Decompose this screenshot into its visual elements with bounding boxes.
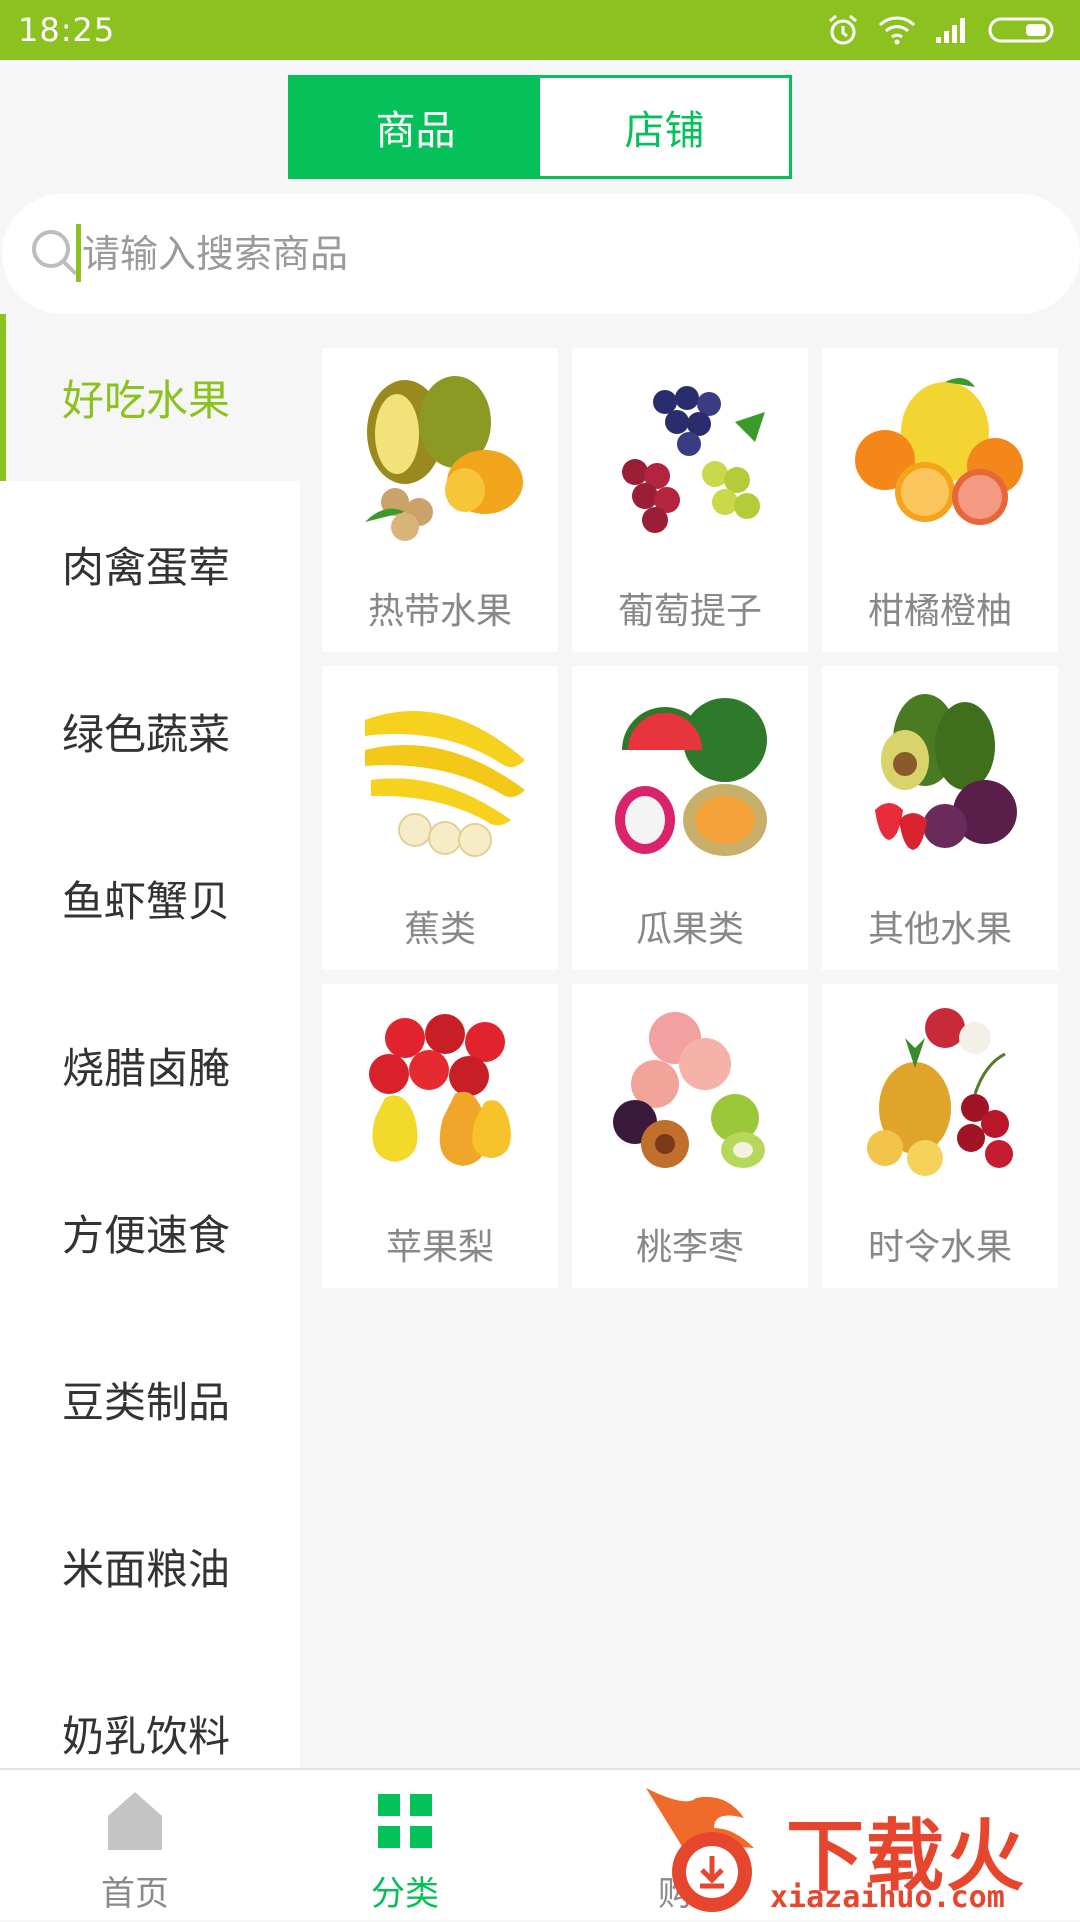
banana-image bbox=[365, 711, 525, 857]
subcategory-label: 热带水果 bbox=[367, 591, 512, 632]
apple-pear-image bbox=[369, 1014, 511, 1166]
sidebar-item-bean-products[interactable]: 豆类制品 bbox=[0, 1316, 300, 1483]
subcategory-tile[interactable]: 时令水果 bbox=[822, 984, 1058, 1288]
other-fruit-image bbox=[875, 694, 1017, 850]
sidebar-item-grain-oil[interactable]: 米面粮油 bbox=[0, 1483, 300, 1650]
subcategory-tile[interactable]: 葡萄提子 bbox=[572, 348, 808, 652]
tab-home-label: 首页 bbox=[101, 1874, 169, 1914]
sidebar-item-vegetables[interactable]: 绿色蔬菜 bbox=[0, 648, 300, 815]
battery-icon bbox=[988, 17, 1054, 43]
sidebar-item-instant-food[interactable]: 方便速食 bbox=[0, 1149, 300, 1316]
search-bar bbox=[2, 194, 1080, 314]
subcategory-label: 桃李枣 bbox=[635, 1227, 744, 1268]
category-sidebar: 好吃水果 肉禽蛋荤 绿色蔬菜 鱼虾蟹贝 烧腊卤腌 方便速食 豆类制品 米面粮油 … bbox=[0, 314, 300, 1768]
tab-category[interactable]: 分类 bbox=[270, 1770, 540, 1922]
sidebar-item-meat-eggs[interactable]: 肉禽蛋荤 bbox=[0, 481, 300, 648]
subcategory-tile[interactable]: 蕉类 bbox=[322, 666, 558, 970]
subcategory-label: 苹果梨 bbox=[385, 1227, 494, 1268]
subcategory-label: 柑橘橙柚 bbox=[867, 591, 1012, 632]
grapes-image bbox=[622, 386, 765, 533]
category-icon bbox=[378, 1794, 432, 1848]
sidebar-item-seafood[interactable]: 鱼虾蟹贝 bbox=[0, 815, 300, 982]
signal-icon bbox=[936, 18, 965, 43]
subcategory-grid: 热带水果 葡萄提子 柑橘橙柚 蕉类 瓜果类 其他水果 苹果梨 桃李枣 时令水果 bbox=[322, 348, 1058, 1288]
text-cursor bbox=[76, 224, 81, 282]
subcategory-tile[interactable]: 热带水果 bbox=[322, 348, 558, 652]
subcategory-label: 瓜果类 bbox=[635, 909, 744, 950]
subcategory-label: 时令水果 bbox=[867, 1227, 1012, 1268]
watermark-logo: 下载火 xiazaihuo.com bbox=[636, 1782, 1080, 1920]
watermark-url: xiazaihuo.com bbox=[770, 1880, 1005, 1915]
search-input[interactable] bbox=[82, 224, 982, 284]
seasonal-fruit-image bbox=[867, 1008, 1013, 1176]
tropical-fruit-image bbox=[365, 376, 523, 541]
tab-category-label: 分类 bbox=[371, 1874, 439, 1914]
tab-shops[interactable]: 店铺 bbox=[540, 78, 789, 176]
sidebar-item-cured-meat[interactable]: 烧腊卤腌 bbox=[0, 982, 300, 1149]
alarm-icon bbox=[829, 14, 857, 45]
subcategory-label: 蕉类 bbox=[403, 909, 476, 950]
search-type-toggle: 商品 店铺 bbox=[288, 75, 792, 179]
tab-goods[interactable]: 商品 bbox=[291, 78, 540, 176]
flame-icon bbox=[646, 1788, 754, 1912]
melon-image bbox=[615, 698, 767, 856]
status-icons bbox=[826, 13, 1058, 47]
subcategory-label: 其他水果 bbox=[867, 909, 1012, 950]
subcategory-tile[interactable]: 苹果梨 bbox=[322, 984, 558, 1288]
subcategory-tile[interactable]: 柑橘橙柚 bbox=[822, 348, 1058, 652]
home-icon bbox=[108, 1792, 162, 1850]
subcategory-tile[interactable]: 桃李枣 bbox=[572, 984, 808, 1288]
subcategory-label: 葡萄提子 bbox=[617, 591, 762, 632]
subcategory-tile[interactable]: 其他水果 bbox=[822, 666, 1058, 970]
citrus-image bbox=[855, 378, 1023, 525]
search-icon bbox=[32, 230, 78, 276]
status-bar: 18:25 bbox=[0, 0, 1080, 60]
wifi-icon bbox=[878, 16, 916, 45]
subcategory-tile[interactable]: 瓜果类 bbox=[572, 666, 808, 970]
sidebar-item-dairy-drinks[interactable]: 奶乳饮料 bbox=[0, 1650, 300, 1768]
peach-plum-image bbox=[613, 1012, 765, 1168]
sidebar-item-fruit[interactable]: 好吃水果 bbox=[0, 314, 300, 481]
tab-home[interactable]: 首页 bbox=[0, 1770, 270, 1922]
status-time: 18:25 bbox=[18, 11, 116, 49]
